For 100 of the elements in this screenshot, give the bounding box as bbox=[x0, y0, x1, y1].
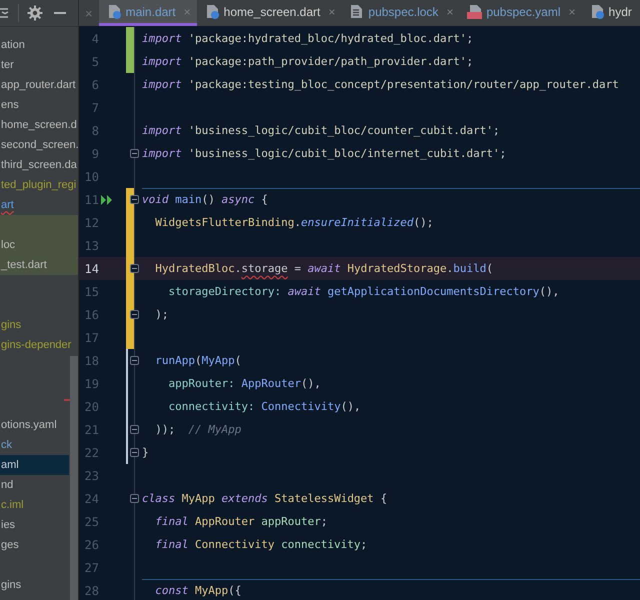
code-text: (), bbox=[539, 285, 560, 298]
tree-item[interactable]: gins bbox=[0, 575, 69, 595]
named-parameter: storageDirectory: bbox=[167, 285, 282, 298]
tree-item[interactable]: ck bbox=[0, 435, 69, 455]
function-name: main bbox=[174, 193, 202, 206]
close-icon[interactable]: × bbox=[568, 4, 576, 18]
tree-item-label: loc bbox=[1, 238, 16, 252]
tab-label: pubspec.yaml bbox=[486, 4, 560, 18]
keyword: final bbox=[154, 538, 188, 551]
function-name: build bbox=[453, 262, 486, 275]
code-text: . bbox=[234, 262, 242, 275]
tree-item[interactable]: ter bbox=[0, 55, 78, 75]
tree-item-label: ens bbox=[1, 98, 19, 112]
editor-tab[interactable]: pubspec.lock × bbox=[341, 0, 460, 26]
keyword: final bbox=[154, 515, 188, 528]
tree-item-label: aml bbox=[1, 458, 19, 472]
code-text: . bbox=[446, 262, 454, 275]
line-number: 11 bbox=[84, 192, 99, 208]
tree-item[interactable]: gins bbox=[0, 315, 78, 335]
tree-item[interactable]: gins-depender bbox=[0, 335, 78, 355]
line-number: 20 bbox=[84, 398, 99, 416]
tab-label: hydr bbox=[608, 4, 632, 18]
function-name: getApplicationDocumentsDirectory bbox=[326, 285, 540, 298]
text-file-icon[interactable] bbox=[349, 4, 364, 19]
keyword: import bbox=[142, 124, 182, 137]
line-number: 21 bbox=[84, 422, 99, 438]
field-name: appRouter bbox=[260, 515, 321, 528]
code-text: () bbox=[202, 193, 216, 206]
code-text: . bbox=[294, 216, 301, 229]
close-icon[interactable]: × bbox=[328, 4, 336, 18]
tree-item[interactable]: home_screen.d bbox=[0, 115, 78, 135]
tree-item-label: ter bbox=[1, 58, 14, 72]
editor-tab[interactable]: hydr bbox=[582, 0, 638, 26]
keyword: import bbox=[142, 32, 182, 45]
tree-item-label: _test.dart bbox=[1, 258, 47, 272]
code-text: (), bbox=[340, 400, 361, 413]
code-editor[interactable] bbox=[79, 26, 640, 600]
line-number: 22 bbox=[84, 444, 99, 462]
keyword: class bbox=[142, 492, 176, 505]
line-number: 23 bbox=[84, 468, 99, 484]
field-name: connectivity bbox=[280, 538, 361, 551]
keyword: await bbox=[288, 285, 321, 298]
tab-label: pubspec.lock bbox=[368, 4, 438, 18]
code-text: ({ bbox=[228, 584, 242, 597]
code-text: ; bbox=[466, 32, 474, 45]
dart-file-icon[interactable] bbox=[590, 4, 605, 19]
tree-item[interactable]: art bbox=[0, 195, 78, 215]
keyword: import bbox=[142, 55, 182, 68]
settings-icon[interactable] bbox=[27, 5, 43, 21]
tree-item[interactable]: ies bbox=[0, 515, 69, 535]
function-name: AppRouter bbox=[241, 377, 301, 390]
line-number: 18 bbox=[84, 352, 99, 370]
editor-tab[interactable]: main.dart × bbox=[98, 0, 197, 26]
code-text: } bbox=[142, 446, 149, 459]
tree-item[interactable]: nd bbox=[0, 475, 69, 495]
dart-file-icon[interactable] bbox=[106, 4, 122, 19]
string: 'business_logic/cubit_bloc/internet_cubit.dart' bbox=[187, 147, 500, 160]
tree-item[interactable]: ges bbox=[0, 535, 69, 555]
function-name: ensureInitialized bbox=[300, 216, 414, 229]
editor-tab[interactable]: pubspec.yaml × bbox=[459, 0, 582, 26]
tree-item[interactable]: _test.dart bbox=[0, 255, 78, 275]
code-text: ; bbox=[360, 538, 368, 551]
line-number: 16 bbox=[84, 306, 99, 324]
run-icon[interactable] bbox=[101, 194, 113, 206]
line-number: 17 bbox=[84, 330, 99, 346]
tree-item[interactable]: ens bbox=[0, 95, 78, 115]
named-parameter: connectivity: bbox=[167, 400, 256, 413]
line-number: 26 bbox=[84, 536, 99, 554]
tab-label: home_screen.dart bbox=[224, 4, 320, 18]
line-number: 19 bbox=[84, 376, 99, 392]
keyword: import bbox=[142, 78, 182, 91]
function-name: MyApp bbox=[202, 354, 235, 367]
code-text: )); bbox=[154, 423, 176, 436]
line-number: 4 bbox=[90, 30, 99, 48]
tree-item[interactable]: ation bbox=[0, 35, 78, 55]
tree-item-label: gins-depender bbox=[1, 338, 72, 352]
tree-item[interactable]: c.iml bbox=[0, 495, 69, 515]
tree-item[interactable]: otions.yaml bbox=[0, 415, 69, 435]
keyword: extends bbox=[221, 492, 268, 505]
tree-item-label: nd bbox=[1, 478, 14, 492]
line-number: 25 bbox=[84, 514, 99, 530]
scrollbar[interactable] bbox=[70, 356, 78, 600]
warning-text: storage bbox=[241, 262, 288, 275]
keyword: import bbox=[142, 147, 182, 160]
line-number: 13 bbox=[84, 238, 99, 254]
code-text: ; bbox=[493, 124, 500, 137]
tree-item[interactable]: aml bbox=[0, 455, 69, 475]
code-text: ; bbox=[320, 515, 328, 528]
keyword: await bbox=[308, 262, 341, 275]
tree-item-label: gins bbox=[1, 318, 22, 332]
tree-item[interactable]: third_screen.da bbox=[0, 155, 78, 175]
tree-item[interactable]: loc bbox=[0, 235, 78, 255]
dart-file-icon[interactable] bbox=[204, 4, 220, 19]
code-text: = bbox=[293, 262, 302, 275]
code-text: ( bbox=[486, 262, 494, 275]
close-icon[interactable]: × bbox=[446, 4, 454, 18]
class-name: MyApp bbox=[180, 492, 216, 505]
yaml-file-icon[interactable] bbox=[467, 4, 482, 19]
editor-tab[interactable]: home_screen.dart × bbox=[196, 0, 342, 26]
tree-item[interactable]: second_screen. bbox=[0, 135, 78, 155]
